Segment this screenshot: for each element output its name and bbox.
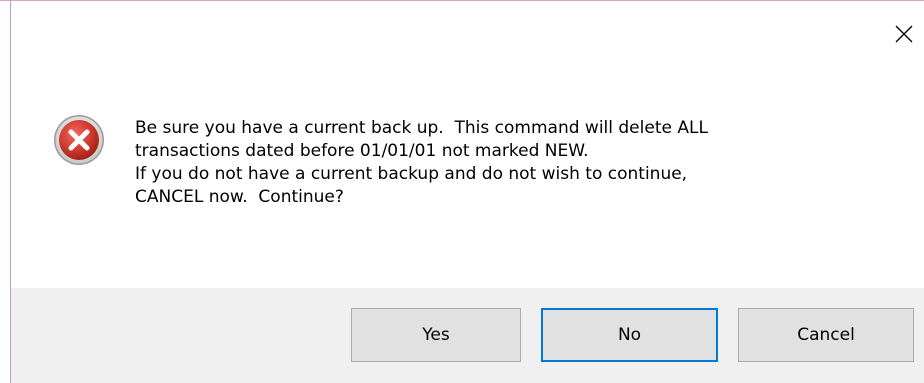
error-icon [54,115,104,165]
cancel-button[interactable]: Cancel [738,308,914,362]
message-line: CANCEL now. Continue? [135,187,344,207]
no-button[interactable]: No [541,308,718,362]
yes-button[interactable]: Yes [351,308,521,362]
message-line: Be sure you have a current back up. This… [135,118,708,138]
message-line: If you do not have a current backup and … [135,164,688,184]
close-icon [895,25,913,43]
message-dialog: Be sure you have a current back up. This… [0,0,924,383]
message-text: Be sure you have a current back up. This… [135,117,895,209]
close-button[interactable] [884,14,924,54]
message-line: transactions dated before 01/01/01 not m… [135,141,589,161]
